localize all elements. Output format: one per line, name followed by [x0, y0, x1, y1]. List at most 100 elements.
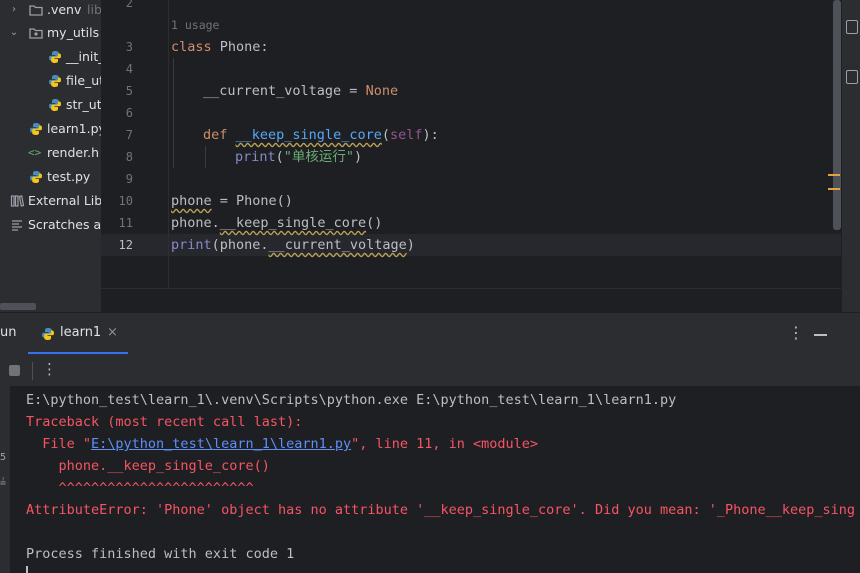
code-editor[interactable]: 2 3 4 5 6 7 8 9 10 11 12 1 usage class P…: [101, 0, 841, 289]
line-number: 9: [125, 172, 133, 186]
toolbar-more-icon[interactable]: ⋮: [42, 360, 57, 378]
console-traceback-code: phone.__keep_single_core(): [26, 458, 270, 474]
more-options-icon[interactable]: ⋮: [788, 323, 804, 342]
none-keyword: None: [365, 83, 399, 99]
gutter-glyph: 5: [0, 452, 7, 463]
tree-item-label: .venv: [47, 2, 82, 17]
close-icon[interactable]: ×: [107, 325, 118, 340]
tree-item-test[interactable]: test.py: [0, 165, 101, 189]
line-number: 8: [125, 150, 133, 164]
attribute-ref: __current_voltage: [268, 237, 407, 253]
paren: ): [406, 237, 415, 253]
line-number: 6: [125, 106, 133, 120]
keyword: class: [171, 39, 212, 55]
tree-item-label: __init_: [66, 49, 101, 64]
indent-guide: [173, 58, 174, 168]
tree-item-render[interactable]: <> render.h: [0, 141, 101, 165]
object-ref: phone.: [171, 215, 220, 231]
expression: = Phone(): [211, 193, 293, 209]
right-tool-strip: [841, 0, 860, 312]
notifications-icon[interactable]: [846, 70, 858, 84]
python-file-icon: [49, 51, 61, 63]
console-traceback-header: Traceback (most recent call last):: [26, 414, 303, 430]
tree-item-label: learn1.py: [47, 121, 101, 136]
paren: ): [354, 149, 363, 165]
tree-item-init[interactable]: __init_: [0, 45, 101, 69]
library-icon: [10, 195, 24, 207]
traceback-suffix: ", line 11, in <module>: [351, 436, 539, 452]
python-file-icon: [49, 99, 61, 111]
code-line-7: def __keep_single_core(self):: [203, 124, 439, 146]
html-file-icon: <>: [28, 146, 42, 159]
tree-item-label: render.h: [47, 145, 99, 160]
paren: (: [381, 127, 390, 143]
python-file-icon: [49, 75, 61, 87]
usage-hint[interactable]: 1 usage: [171, 14, 219, 36]
object-ref: (phone.: [211, 237, 269, 253]
fold-divider: [168, 0, 169, 289]
tree-item-file-utils[interactable]: file_ut: [0, 69, 101, 93]
method-call: __keep_single_core: [219, 215, 367, 231]
line-number: 3: [125, 40, 133, 54]
tree-item-scratches[interactable]: Scratches a: [0, 213, 101, 237]
python-file-icon: [42, 328, 54, 340]
self-param: self: [389, 127, 423, 143]
console-output[interactable]: 5 ≟ E:\python_test\learn_1\.venv\Scripts…: [0, 386, 860, 573]
run-tool-window-header: un learn1 × ⋮: [0, 312, 860, 355]
builtin-print: print: [235, 149, 276, 165]
tree-item-label: test.py: [47, 169, 91, 184]
tree-item-label: Scratches a: [28, 217, 101, 232]
console-traceback-carets: ^^^^^^^^^^^^^^^^^^^^^^^^: [26, 480, 254, 496]
run-toolbar: ⋮: [0, 354, 860, 386]
project-tree-panel: › .venv lib ⌄ my_utils __init_ file_ut s…: [0, 0, 101, 312]
toolbar-separator: [32, 362, 33, 380]
editor-bottom-border: [101, 288, 841, 289]
console-error-message: AttributeError: 'Phone' object has no at…: [26, 502, 856, 518]
tab-label: learn1: [60, 325, 102, 340]
warning-marker[interactable]: [828, 174, 840, 176]
console-command-line: E:\python_test\learn_1\.venv\Scripts\pyt…: [26, 392, 677, 408]
code-line-3: class Phone:: [171, 36, 269, 58]
database-icon[interactable]: [846, 20, 858, 34]
python-file-icon: [30, 123, 42, 135]
stop-button[interactable]: [9, 365, 20, 376]
tab-learn1[interactable]: learn1 ×: [28, 313, 128, 355]
indent-guide: [205, 146, 206, 168]
tree-item-my-utils[interactable]: ⌄ my_utils: [0, 21, 101, 45]
file-link[interactable]: E:\python_test\learn_1\learn1.py: [91, 436, 351, 452]
tree-item-learn1[interactable]: learn1.py: [0, 117, 101, 141]
operator: =: [341, 83, 366, 99]
tree-item-label: str_ut: [66, 97, 101, 112]
code-line-11: phone.__keep_single_core(): [171, 212, 382, 234]
code-line-12: print(phone.__current_voltage): [171, 234, 415, 256]
class-name: Phone:: [211, 39, 269, 55]
line-number-gutter: 2 3 4 5 6 7 8 9 10 11 12: [101, 0, 167, 289]
paren: ):: [422, 127, 439, 143]
code-line-8: print("单核运行"): [235, 146, 362, 168]
minimize-icon[interactable]: [814, 334, 827, 336]
tree-horizontal-scrollbar[interactable]: [0, 303, 36, 310]
package-folder-icon: [29, 28, 43, 39]
chevron-right-icon[interactable]: ›: [8, 0, 20, 22]
gutter-glyph: ≟: [0, 478, 7, 489]
tree-item-label: External Lib: [28, 193, 101, 208]
tree-item-external-libraries[interactable]: External Lib: [0, 189, 101, 213]
warning-marker[interactable]: [828, 188, 840, 190]
def-keyword: def: [203, 127, 228, 143]
attribute-name: __current_voltage: [203, 83, 342, 99]
paren: (: [275, 149, 284, 165]
tree-item-str-utils[interactable]: str_ut: [0, 93, 101, 117]
builtin-print: print: [171, 237, 212, 253]
paren: (): [366, 215, 383, 231]
line-number: 5: [125, 84, 133, 98]
line-number: 11: [118, 216, 133, 230]
editor-vertical-scrollbar[interactable]: [833, 0, 841, 230]
tree-item-label: my_utils: [47, 25, 100, 40]
line-number-current: 12: [118, 238, 133, 252]
run-panel-title: un: [0, 325, 17, 340]
text-caret: [26, 566, 28, 573]
chevron-down-icon[interactable]: ⌄: [8, 21, 20, 45]
console-traceback-file: File "E:\python_test\learn_1\learn1.py",…: [26, 433, 538, 455]
tree-item-venv[interactable]: › .venv lib: [0, 0, 101, 22]
line-number: 7: [125, 128, 133, 142]
